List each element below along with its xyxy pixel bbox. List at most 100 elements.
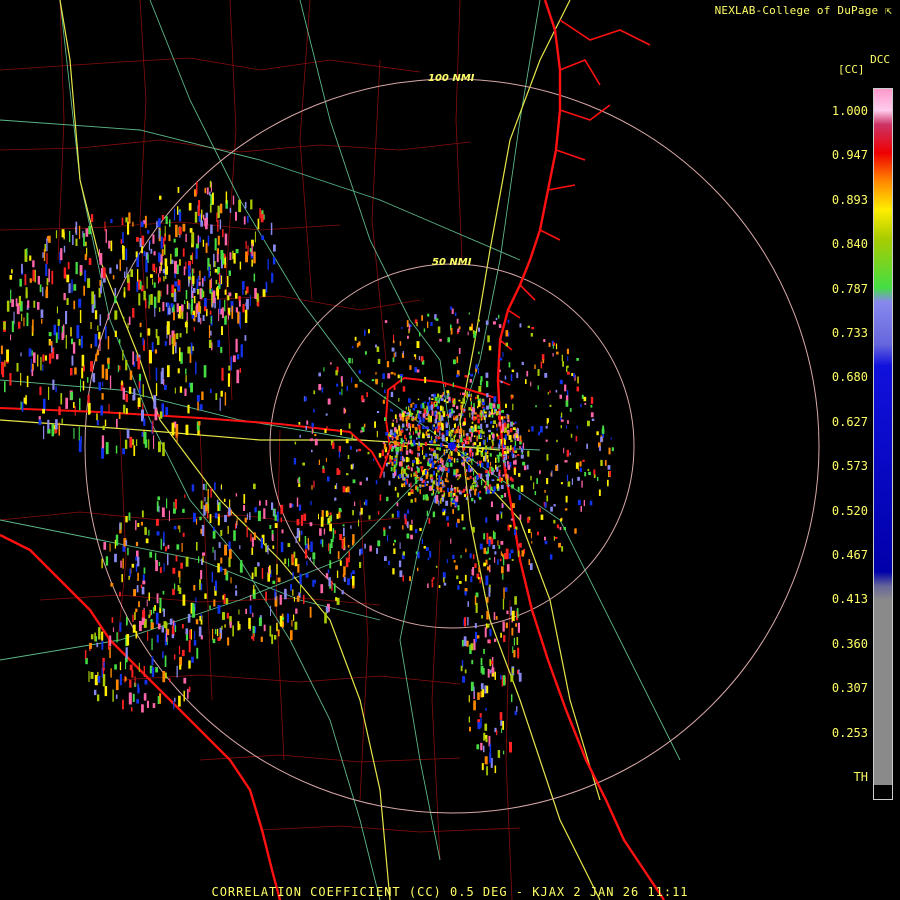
echo-speck [431,394,434,397]
echo-speck [430,436,432,441]
echo-speck [178,211,182,222]
echo-speck [161,626,164,633]
echo-speck [422,494,425,501]
echo-speck [375,378,378,385]
echo-speck [491,414,494,418]
echo-speck [455,522,458,528]
echo-speck [426,510,429,517]
echo-speck [508,435,512,440]
echo-speck [109,646,111,659]
echo-speck [457,478,459,481]
echo-speck [377,358,381,364]
echo-speck [352,534,355,544]
echo-speck [419,489,421,495]
echo-speck [311,422,314,428]
echo-speck [465,433,467,436]
echo-speck [191,286,193,299]
echo-speck [469,326,472,331]
echo-speck [82,230,84,238]
echo-speck [402,423,405,427]
echo-speck [1,361,4,375]
echo-speck [335,597,338,601]
echo-speck [388,560,390,565]
echo-speck [378,511,380,515]
echo-speck [133,589,136,596]
echo-speck [504,587,508,592]
color-scale-tick: 0.680 [831,370,868,385]
echo-speck [503,750,505,755]
echo-speck [420,478,423,481]
radar-display: 100 NMI 50 NMI NEXLAB-College of DuPage … [0,0,900,900]
echo-speck [115,534,119,546]
echo-speck [446,559,448,564]
echo-speck [310,541,313,552]
echo-speck [351,434,353,441]
echo-speck [499,369,501,372]
echo-speck [247,245,249,256]
echo-speck [33,352,36,363]
echo-speck [424,376,427,384]
echo-speck [577,499,581,506]
echo-speck [462,527,466,530]
echo-speck [73,300,76,310]
echo-speck [298,422,301,425]
echo-speck [233,530,236,541]
echo-speck [472,526,475,533]
echo-speck [96,413,98,421]
echo-speck [188,279,190,287]
echo-speck [140,521,143,526]
echo-speck [71,338,74,345]
echo-speck [439,482,443,485]
echo-speck [125,217,128,223]
echo-speck [473,435,476,438]
echo-speck [110,240,113,252]
echo-speck [340,509,342,513]
echo-speck [567,481,571,487]
echo-speck [384,320,388,323]
echo-speck [512,646,514,654]
echo-speck [28,348,32,357]
echo-speck [148,529,150,536]
echo-speck [123,404,126,414]
echo-speck [183,266,186,276]
radar-map[interactable] [0,0,900,900]
echo-speck [489,628,492,637]
echo-speck [470,681,474,692]
echo-speck [160,236,163,249]
echo-speck [338,511,341,519]
echo-speck [484,627,487,638]
echo-speck [9,373,12,386]
echo-speck [413,441,416,446]
echo-speck [260,537,263,549]
echo-speck [198,421,201,426]
echo-speck [338,450,341,458]
echo-speck [491,446,494,449]
echo-speck [540,426,543,433]
echo-speck [329,515,332,522]
echo-speck [406,412,410,415]
color-scale-tick: 0.253 [831,725,868,740]
echo-speck [428,518,431,524]
echo-speck [139,332,142,338]
echo-speck [390,466,393,472]
echo-speck [474,476,477,480]
echo-speck [107,314,109,320]
echo-speck [169,335,171,346]
echo-speck [489,402,493,409]
echo-speck [441,496,445,502]
echo-speck [26,312,29,327]
echo-speck [156,221,158,228]
echo-speck [158,277,161,282]
echo-speck [463,430,465,436]
echo-speck [229,549,232,559]
echo-speck [437,436,441,440]
echo-speck [514,440,517,447]
echo-speck [458,489,461,493]
echo-speck [374,421,376,428]
echo-speck [437,422,441,426]
echo-speck [582,459,585,462]
echo-speck [216,628,219,637]
echo-speck [246,286,249,294]
echo-speck [72,234,74,246]
echo-speck [261,210,264,215]
